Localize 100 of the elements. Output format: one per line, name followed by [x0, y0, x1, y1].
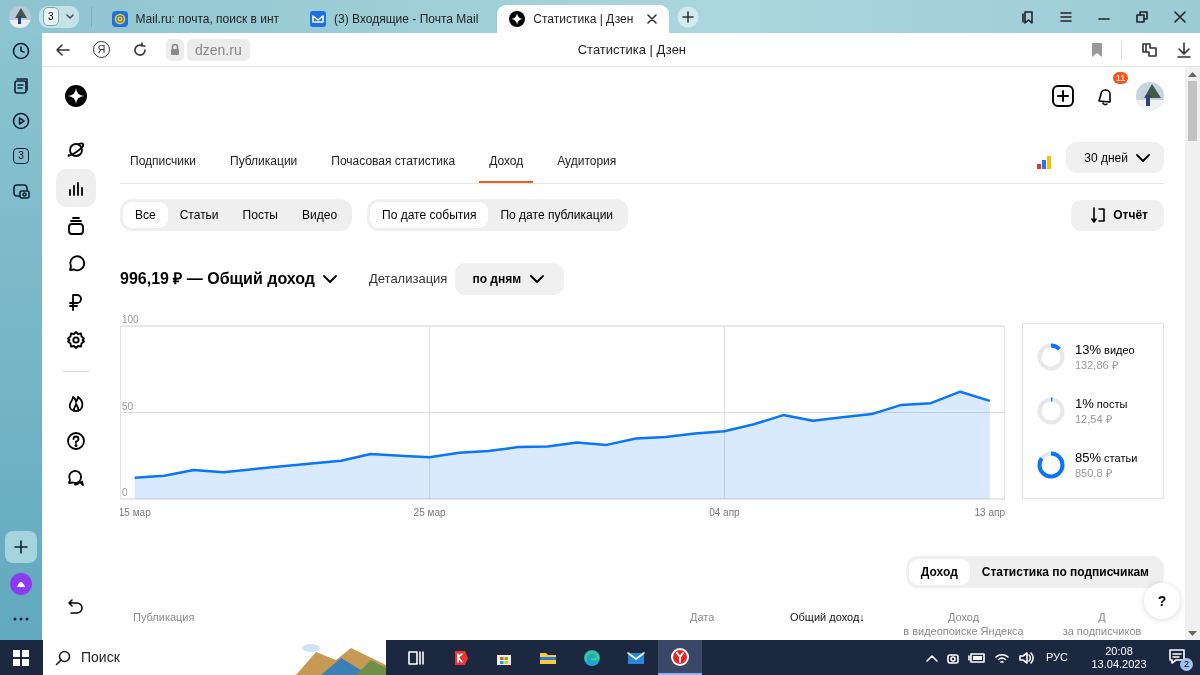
envelope-icon: [310, 11, 327, 27]
lock-icon: [166, 38, 184, 61]
help-button[interactable]: ?: [1144, 583, 1180, 619]
share-amount: 850,8 ₽: [1075, 465, 1113, 481]
x-tick-label: 25 мар: [413, 507, 446, 518]
help-icon[interactable]: [66, 431, 86, 451]
scroll-down-icon[interactable]: [1188, 631, 1197, 637]
tab-title: Статистика | Дзен: [533, 11, 634, 28]
more-icon[interactable]: [13, 616, 29, 621]
bookmarks-icon[interactable]: [1020, 8, 1036, 25]
total-income-dropdown[interactable]: 996,19 ₽ — Общий доход: [120, 267, 337, 291]
chevron-up-icon[interactable]: [925, 653, 938, 662]
close-icon[interactable]: [647, 14, 658, 24]
chevron-icon: [322, 275, 337, 283]
scrollbar-thumb[interactable]: [1188, 81, 1197, 141]
close-icon[interactable]: [1172, 8, 1188, 25]
filter-button[interactable]: По дате публикации: [488, 202, 626, 228]
add-icon[interactable]: [12, 538, 30, 556]
donut-icon: [1037, 397, 1065, 425]
chat-icon[interactable]: [66, 254, 86, 274]
download-icon[interactable]: [1176, 40, 1192, 59]
filter-button[interactable]: По дате события: [370, 202, 489, 228]
stats-tab[interactable]: Доход: [479, 140, 534, 183]
share-label: 85% статьи: [1075, 449, 1138, 466]
browser-icon[interactable]: [670, 646, 690, 667]
battery-icon[interactable]: [967, 651, 986, 664]
report-button[interactable]: Отчёт: [1071, 199, 1164, 231]
x-tick-label: 04 апр: [709, 507, 740, 518]
play-icon[interactable]: [12, 111, 30, 130]
browser-tab[interactable]: Статистика | Дзен: [497, 5, 670, 33]
share-amount: 12,54 ₽: [1075, 411, 1113, 427]
search-icon: [55, 649, 71, 666]
search-field[interactable]: Поиск: [43, 640, 386, 675]
filter-button[interactable]: Посты: [230, 202, 290, 228]
restore-icon[interactable]: [1134, 8, 1150, 25]
chevron-icon: [1136, 153, 1150, 162]
clock[interactable]: 20:08 13.04.2023: [1088, 644, 1150, 671]
windows-logo-icon[interactable]: [13, 649, 29, 666]
scroll-up-icon[interactable]: [1188, 71, 1197, 77]
tab-title: (3) Входящие - Почта Mail: [334, 11, 479, 28]
donut-icon: [1037, 451, 1065, 479]
period-dropdown[interactable]: 30 дней: [1066, 142, 1164, 173]
tab-group-button[interactable]: 3: [39, 5, 79, 28]
edge-icon[interactable]: [582, 647, 602, 668]
toggle-button[interactable]: Доход: [908, 559, 970, 585]
notification-center-button[interactable]: 2: [1168, 647, 1190, 668]
notification-count: 2: [1180, 657, 1193, 671]
settings-icon[interactable]: [66, 330, 86, 350]
messages-icon[interactable]: [66, 469, 86, 489]
stats-tab[interactable]: Подписчики: [120, 140, 206, 183]
chevron-icon: [64, 12, 75, 21]
stack-icon[interactable]: [66, 216, 86, 236]
tab-count-button[interactable]: 3: [13, 147, 29, 164]
screenshot-icon[interactable]: [12, 181, 30, 200]
notes-icon[interactable]: [12, 76, 30, 95]
page-title: Статистика | Дзен: [577, 40, 687, 59]
share-label: 1% посты: [1075, 395, 1128, 412]
y-tick-label: 0: [122, 487, 128, 498]
extensions-icon[interactable]: [1140, 40, 1158, 59]
reload-icon[interactable]: [132, 41, 148, 58]
dzen-logo-icon: [509, 11, 526, 27]
detail-label: Детализация: [368, 270, 448, 289]
share-amount: 132,86 ₽: [1075, 357, 1119, 373]
dzen-logo-icon[interactable]: [65, 85, 87, 107]
tab-title: Mail.ru: почта, поиск в инт: [135, 11, 280, 28]
filter-button[interactable]: Статьи: [167, 202, 231, 228]
fire-icon[interactable]: [66, 393, 86, 413]
column-header[interactable]: Дата: [677, 610, 777, 624]
report-icon: [1091, 207, 1106, 223]
colored-bars-icon: [1036, 153, 1053, 170]
stats-tab[interactable]: Публикации: [220, 140, 308, 183]
y-tick-label: 50: [122, 400, 134, 412]
stats-tab[interactable]: Аудитория: [547, 140, 627, 183]
bookmark-icon[interactable]: [1091, 41, 1103, 58]
volume-icon[interactable]: [1017, 650, 1034, 665]
column-header[interactable]: Доход в видеопоиске Яндекса: [887, 610, 1040, 638]
planet-icon[interactable]: [66, 140, 86, 160]
column-header[interactable]: Общий доход↓: [777, 610, 887, 624]
detail-dropdown[interactable]: по дням: [455, 263, 565, 295]
back-icon[interactable]: [55, 41, 71, 58]
language-indicator[interactable]: РУС: [1045, 649, 1068, 666]
assistant-icon[interactable]: [10, 572, 32, 595]
x-tick-label: 13 апр: [974, 507, 1005, 518]
nav-item-selected[interactable]: [56, 169, 96, 207]
add-post-icon[interactable]: [1052, 85, 1074, 107]
toggle-button[interactable]: Статистика по подписчикам: [969, 559, 1161, 585]
chevron-icon: [530, 275, 545, 283]
chat-bubble-icon: [1168, 647, 1186, 664]
share-label: 13% видео: [1075, 341, 1135, 358]
new-tab-icon[interactable]: [677, 5, 700, 28]
filter-button[interactable]: Видео: [290, 202, 350, 228]
filter-button[interactable]: Все: [123, 202, 168, 228]
x-tick-label: 15 мар: [120, 507, 151, 518]
history-icon[interactable]: [12, 41, 30, 60]
notification-badge: 11: [1113, 72, 1129, 84]
column-header[interactable]: Публикация: [120, 610, 677, 624]
undo-icon[interactable]: [66, 597, 86, 617]
donut-icon: [1037, 343, 1065, 371]
stats-tab[interactable]: Почасовая статистика: [321, 140, 466, 183]
y-tick-label: 100: [122, 314, 139, 325]
